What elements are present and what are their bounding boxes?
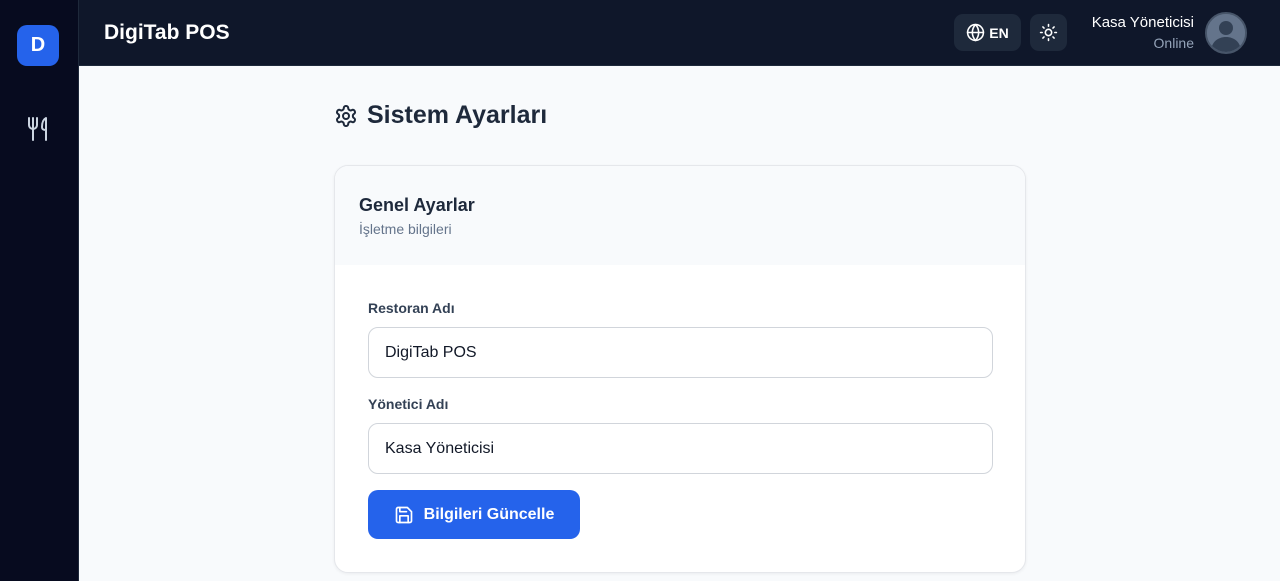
top-bar: DigiTab POS EN Kasa Yöneticisi Online xyxy=(79,0,1280,66)
app-logo[interactable]: D xyxy=(17,25,59,66)
globe-icon xyxy=(966,23,985,42)
manager-name-label: Yönetici Adı xyxy=(368,396,449,412)
restaurant-name-input[interactable] xyxy=(368,327,993,378)
card-subtitle: İşletme bilgileri xyxy=(359,221,452,237)
page-title: Sistem Ayarları xyxy=(367,101,548,129)
settings-gear-icon xyxy=(334,104,358,128)
sun-icon xyxy=(1039,23,1058,42)
sidebar: D xyxy=(0,0,79,581)
utensils-icon xyxy=(27,116,51,147)
card-title: Genel Ayarlar xyxy=(359,195,475,215)
save-icon xyxy=(394,505,414,525)
app-title: DigiTab POS xyxy=(104,21,230,44)
user-avatar-icon xyxy=(1207,14,1245,52)
avatar[interactable] xyxy=(1205,12,1247,54)
user-name: Kasa Yöneticisi xyxy=(1091,14,1194,31)
update-info-label: Bilgileri Güncelle xyxy=(423,505,555,523)
restaurant-name-label: Restoran Adı xyxy=(368,300,455,316)
app-root: D DigiTab POS EN Kasa Yöneticisi Online … xyxy=(0,0,1280,581)
theme-toggle-button[interactable] xyxy=(1030,14,1067,51)
manager-name-input[interactable] xyxy=(368,423,993,474)
sidebar-item-menu[interactable] xyxy=(19,111,59,151)
user-info: Kasa Yöneticisi Online xyxy=(1092,13,1194,53)
page-heading: Sistem Ayarları xyxy=(334,101,547,130)
logo-letter: D xyxy=(30,34,46,56)
language-label: EN xyxy=(989,24,1009,41)
update-info-button[interactable]: Bilgileri Güncelle xyxy=(368,490,580,539)
language-button[interactable]: EN xyxy=(954,14,1021,51)
user-status: Online xyxy=(1153,35,1194,51)
general-settings-card: Genel Ayarlar İşletme bilgileri Restoran… xyxy=(334,165,1026,573)
card-header: Genel Ayarlar İşletme bilgileri xyxy=(335,166,1025,265)
